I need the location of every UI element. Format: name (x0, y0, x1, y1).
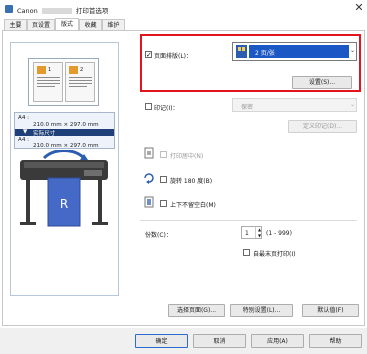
rotate-180-checkbox[interactable] (160, 176, 167, 183)
page-layout-value: 2 页/张 (255, 50, 275, 57)
window-title: Canon 打印首选项 (17, 5, 108, 15)
source-size-label: A4 : (18, 115, 30, 121)
two-up-icon-page (242, 47, 245, 51)
text-line (37, 86, 55, 87)
apply-button[interactable]: 应用(A) (251, 334, 304, 348)
stamp-value: 保密 (241, 104, 254, 111)
copies-value: 1 (245, 230, 249, 237)
printer-app-icon (5, 5, 13, 13)
special-settings-button[interactable]: 特别设置(L)... (230, 304, 293, 317)
paper-mark-icon: R (60, 197, 68, 211)
center-print-checkbox[interactable] (160, 151, 167, 158)
printer-leg (26, 180, 30, 224)
page-preview-2: 2 (65, 62, 95, 102)
stamp-select[interactable]: 保密 ⌄ (232, 98, 357, 112)
printer-foot (92, 222, 108, 225)
title-bar: Canon 打印首选项 ✕ (0, 0, 367, 17)
two-up-icon-page (238, 47, 241, 51)
scaling-mode: 实际尺寸 (33, 131, 56, 137)
chevron-down-icon: ⌄ (350, 47, 356, 54)
defaults-button[interactable]: 默认值(F) (302, 304, 359, 317)
chevron-down-icon: ⌄ (350, 101, 356, 108)
source-size-dims: 210.0 mm × 297.0 mm (33, 122, 99, 128)
printer-leg (98, 180, 102, 224)
document-preview: 1 2 (28, 58, 99, 106)
page-number: 1 (48, 67, 52, 73)
output-size-dims: 210.0 mm × 297.0 mm (33, 143, 99, 149)
printer-panel (84, 170, 102, 176)
no-margin-icon (144, 196, 154, 208)
printer-foot (20, 222, 36, 225)
rotate-icon (144, 173, 154, 184)
no-margin-checkbox[interactable] (160, 200, 167, 207)
divider (140, 220, 357, 221)
down-arrow-icon: ▼ (23, 129, 28, 135)
printer-illustration: R (20, 150, 108, 227)
center-print-icon (144, 147, 154, 159)
copies-label: 份数(C)： (145, 232, 172, 239)
text-line (37, 77, 60, 78)
stamp-label: 印记(I)： (154, 105, 179, 112)
page-layout-checkbox[interactable]: ✓ (145, 51, 152, 59)
text-line (69, 86, 87, 87)
ok-button[interactable]: 确定 (135, 334, 188, 348)
copies-range: (1 - 999) (266, 230, 292, 237)
page-image-icon (37, 66, 46, 74)
scaling-bar (15, 129, 114, 136)
text-line (69, 80, 92, 81)
define-stamp-button[interactable]: 定义印记(D)... (288, 120, 357, 133)
help-button[interactable]: 帮助 (309, 334, 362, 348)
tab-maintenance[interactable]: 维护 (102, 19, 125, 30)
window-title-prefix: Canon (17, 7, 38, 15)
page-image-icon (69, 66, 78, 74)
select-page-button[interactable]: 选择页面(G)... (168, 304, 225, 317)
two-up-icon (236, 45, 247, 58)
page-layout-select[interactable]: 2 页/张 ⌄ (232, 42, 357, 61)
reverse-order-checkbox[interactable] (243, 249, 250, 256)
spin-arrows-icon[interactable]: ▲ ▼ (255, 227, 263, 238)
cancel-button[interactable]: 取消 (193, 334, 246, 348)
text-line (37, 80, 60, 81)
tab-favorites[interactable]: 收藏 (79, 19, 102, 30)
close-icon[interactable]: ✕ (353, 2, 365, 14)
text-line (69, 77, 92, 78)
page-number: 2 (80, 67, 84, 73)
text-line (69, 83, 92, 84)
stamp-checkbox[interactable] (145, 103, 152, 110)
tab-main[interactable]: 主要 (4, 19, 27, 30)
page-layout-label: 页面排版(L)： (154, 53, 193, 60)
page-preview-1: 1 (33, 62, 63, 102)
copies-stepper[interactable]: 1 ▲ ▼ (241, 226, 262, 239)
rotate-arrow-icon (42, 150, 86, 160)
output-size-label: A4 : (18, 137, 30, 143)
window-title-suffix: 打印首选项 (75, 7, 109, 15)
reverse-order-label: 自最末页打印(I) (253, 251, 296, 258)
redacted-model-name (41, 8, 72, 14)
center-print-label: 打印居中(N) (170, 153, 204, 160)
paper-size-info: A4 : 210.0 mm × 297.0 mm ▼ 实际尺寸 A4 : 210… (14, 112, 115, 149)
rotate-180-label: 旋转 180 度(B) (170, 178, 213, 185)
printer-top (24, 162, 104, 168)
layout-settings-button[interactable]: 设置(S)... (292, 76, 352, 89)
text-line (37, 83, 60, 84)
tab-page-setup[interactable]: 页设置 (27, 19, 55, 30)
no-margin-label: 上下不留空白(M) (170, 202, 216, 209)
